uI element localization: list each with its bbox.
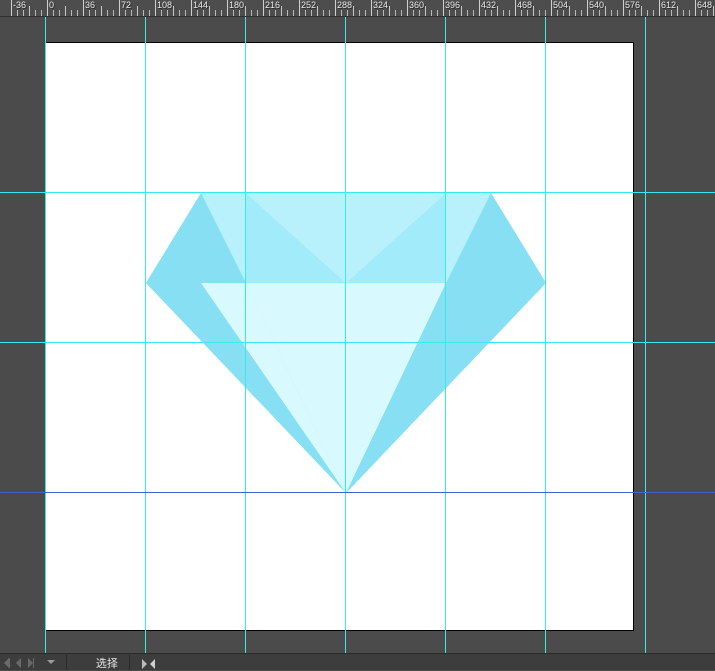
guide-horizontal[interactable] [0,192,715,193]
ruler-label: 288 [337,0,352,10]
ruler-label: 612 [661,0,676,10]
pan-right-button[interactable] [142,659,147,669]
guide-vertical[interactable] [145,16,146,653]
guide-horizontal[interactable] [0,492,715,493]
horizontal-ruler[interactable]: -36 0 36 72 108 144 180 216 252 288 324 360 396 432 46… [0,0,715,17]
guide-vertical[interactable] [545,16,546,653]
ruler-label: 216 [265,0,280,10]
first-artboard-button[interactable] [4,654,9,671]
prev-artboard-button[interactable] [16,654,21,671]
ruler-label: 540 [589,0,604,10]
next-artboard-button[interactable] [28,654,33,671]
ruler-label: 252 [301,0,316,10]
guide-horizontal[interactable] [0,342,715,343]
ruler-label: -36 [13,0,26,10]
ruler-label: 648 [697,0,712,10]
ruler-label: 396 [445,0,460,10]
ruler-label: 36 [85,0,95,10]
ruler-label: 324 [373,0,388,10]
status-bar: 选择 [0,653,715,670]
guide-vertical[interactable] [245,16,246,653]
ruler-label: 432 [481,0,496,10]
ruler-label: 72 [121,0,131,10]
current-tool-label: 选择 [96,655,118,671]
guide-vertical[interactable] [445,16,446,653]
artboard-nav-dropdown[interactable] [43,657,55,668]
ruler-label: 108 [157,0,172,10]
ruler-label: 468 [517,0,532,10]
chevron-down-icon [47,660,55,664]
separator [66,655,67,670]
ruler-label: 180 [229,0,244,10]
separator [129,655,130,670]
ruler-label: 144 [193,0,208,10]
ruler-label: 360 [409,0,424,10]
ruler-label: 504 [553,0,568,10]
guide-vertical[interactable] [45,16,46,653]
ruler-label: 0 [49,0,54,10]
ruler-label: 576 [625,0,640,10]
pan-left-button[interactable] [150,659,155,669]
guide-vertical[interactable] [645,16,646,653]
document-stage [0,16,715,653]
guide-vertical[interactable] [345,16,346,653]
